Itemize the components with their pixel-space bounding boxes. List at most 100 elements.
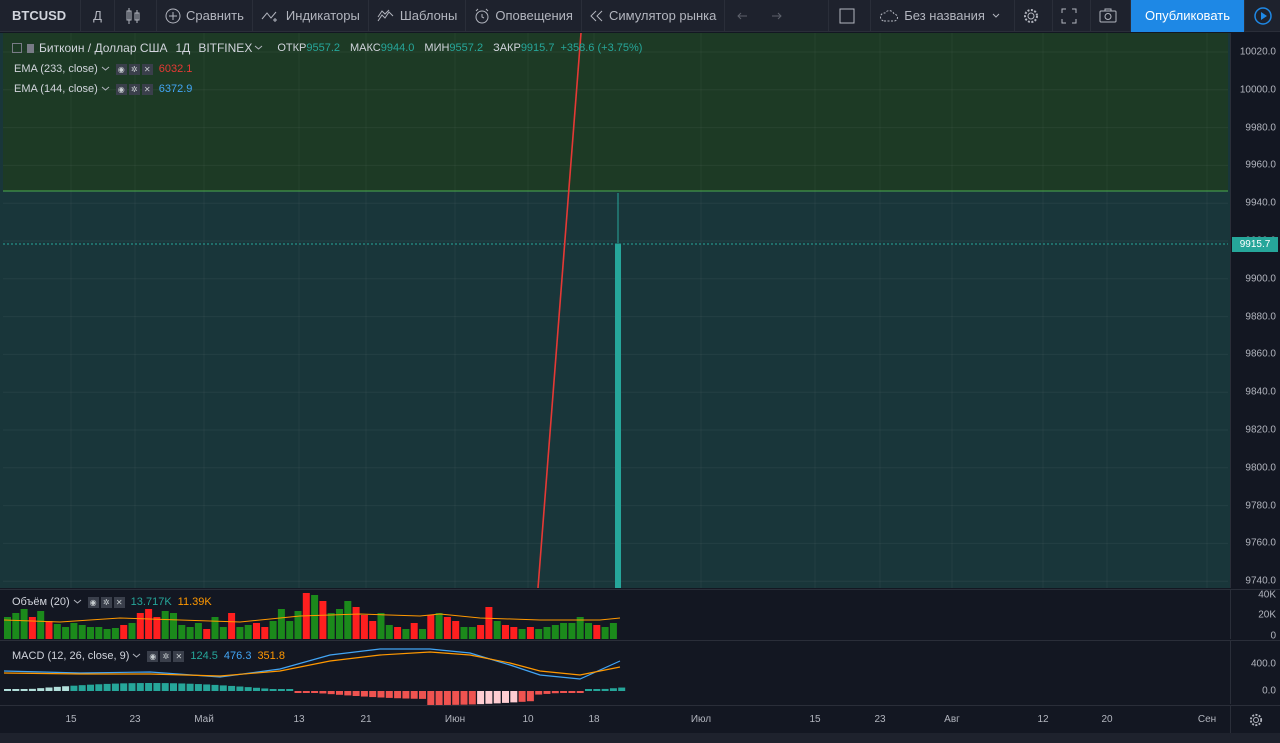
indicators-button[interactable]: Индикаторы (253, 0, 369, 32)
macd-tick: 400.0 (1250, 658, 1276, 670)
redo-button[interactable] (762, 0, 793, 32)
macd-histogram-bar (601, 688, 609, 691)
visibility-icon[interactable]: ◉ (147, 650, 159, 662)
fullscreen-select-button[interactable] (828, 0, 872, 32)
price-tick: 9800.0 (1245, 462, 1276, 474)
macd-histogram-bar (95, 684, 103, 691)
macd-signal-value: 351.8 (257, 650, 285, 662)
low-value: 9557.2 (449, 42, 484, 54)
volume-bar (585, 623, 592, 639)
close-icon[interactable]: ✕ (113, 596, 125, 608)
chevron-down-icon[interactable] (101, 65, 110, 73)
interval-button[interactable]: Д (81, 0, 115, 32)
volume-bar (120, 625, 128, 639)
macd-histogram-bar (128, 683, 136, 691)
collapse-legend-icon[interactable] (12, 43, 22, 53)
price-chart[interactable] (0, 33, 1230, 588)
visibility-icon[interactable]: ◉ (87, 596, 99, 608)
visibility-icon[interactable]: ◉ (115, 63, 127, 75)
price-axis[interactable]: 10020.010000.09980.09960.09940.09920.099… (1230, 33, 1280, 588)
rewind-icon (590, 10, 603, 21)
axis-settings-button[interactable] (1230, 705, 1280, 733)
expand-icon (1061, 8, 1077, 23)
settings-icon[interactable]: ✲ (100, 596, 112, 608)
volume-legend[interactable]: Объём (20) ◉ ✲ ✕ 13.717K 11.39K (12, 596, 212, 608)
volume-bar (410, 623, 418, 639)
replay-label: Симулятор рынка (608, 8, 717, 23)
price-tick: 9880.0 (1245, 311, 1276, 323)
close-icon[interactable]: ✕ (173, 650, 185, 662)
volume-bar (211, 617, 219, 639)
symbol-search-button[interactable]: BTCUSD (0, 0, 82, 32)
snapshot-button[interactable] (1091, 0, 1131, 32)
chevron-down-icon[interactable] (101, 85, 110, 93)
macd-legend[interactable]: MACD (12, 26, close, 9) ◉ ✲ ✕ 124.5 476.3 … (12, 650, 285, 662)
time-tick: 10 (522, 714, 534, 725)
bottom-bar (0, 733, 1280, 743)
macd-histogram-bar (352, 691, 360, 697)
gear-icon (1023, 8, 1038, 23)
fullscreen-button[interactable] (1053, 0, 1091, 32)
macd-histogram-bar (618, 687, 626, 691)
square-icon (839, 8, 855, 23)
chevron-down-icon[interactable] (132, 652, 141, 660)
volume-bar (128, 623, 136, 639)
volume-bar (601, 627, 609, 639)
macd-histogram-bar (28, 688, 36, 691)
price-tick: 9940.0 (1245, 197, 1276, 209)
settings-icon[interactable]: ✲ (128, 63, 140, 75)
settings-icon[interactable]: ✲ (128, 83, 140, 95)
undo-button[interactable] (725, 0, 762, 32)
macd-pane[interactable]: MACD (12, 26, close, 9) ◉ ✲ ✕ 124.5 476.3 … (0, 640, 1230, 705)
macd-histogram-bar (410, 691, 418, 699)
ema-144-legend[interactable]: EMA (144, close) ◉ ✲ ✕ 6372.9 (14, 83, 192, 95)
volume-bar (12, 613, 20, 639)
compare-button[interactable]: Сравнить (157, 0, 253, 32)
price-pane[interactable]: Биткоин / Доллар США 1Д BITFINEX ОТКР 955… (0, 33, 1230, 588)
volume-pane[interactable]: Объём (20) ◉ ✲ ✕ 13.717K 11.39K (0, 589, 1230, 639)
chart-style-button[interactable] (115, 0, 157, 32)
chevron-down-icon[interactable] (73, 598, 82, 606)
visibility-icon[interactable]: ◉ (115, 83, 127, 95)
macd-histogram-bar (336, 691, 343, 695)
templates-button[interactable]: Шаблоны (369, 0, 467, 32)
volume-bar (78, 625, 86, 639)
macd-histogram-bar (302, 691, 310, 693)
top-toolbar: BTCUSD Д Сравнить Индикаторы Шаблоны Опо… (0, 0, 1280, 32)
chevron-down-icon[interactable] (254, 44, 263, 52)
ema-144-label: EMA (144, close) (14, 83, 98, 95)
ema-233-value: 6032.1 (158, 63, 193, 75)
alerts-button[interactable]: Оповещения (466, 0, 582, 32)
time-tick: Май (194, 714, 214, 725)
volume-bar (477, 625, 485, 639)
layout-name-button[interactable]: Без названия (871, 0, 1015, 32)
settings-icon[interactable]: ✲ (160, 650, 172, 662)
ema-233-legend[interactable]: EMA (233, close) ◉ ✲ ✕ 6032.1 (14, 63, 192, 75)
settings-button[interactable] (1015, 0, 1053, 32)
close-icon[interactable]: ✕ (141, 83, 153, 95)
price-tick: 9820.0 (1245, 424, 1276, 436)
volume-bar (170, 613, 177, 639)
candle-body[interactable] (615, 244, 621, 588)
price-tick: 9860.0 (1245, 348, 1276, 360)
play-button[interactable] (1244, 0, 1280, 32)
volume-bar (443, 617, 451, 639)
publish-button[interactable]: Опубликовать (1130, 0, 1244, 32)
macd-histogram-bar (518, 691, 526, 702)
time-tick: 20 (1101, 714, 1113, 725)
volume-bar (286, 621, 294, 639)
replay-button[interactable]: Симулятор рынка (582, 0, 726, 32)
close-label: ЗАКР (493, 42, 521, 54)
macd-histogram-bar (153, 683, 161, 691)
time-axis[interactable]: 15 23 Май 13 21 Июн 10 18 Июл 15 23 Авг 12 20 Сен (0, 705, 1230, 733)
volume-bar (518, 629, 526, 639)
macd-label: MACD (12, 26, close, 9) (12, 650, 130, 662)
undo-icon (737, 12, 748, 19)
macd-histogram-bar (203, 684, 211, 691)
symbol-legend[interactable]: Биткоин / Доллар США 1Д BITFINEX ОТКР 955… (12, 41, 642, 55)
close-icon[interactable]: ✕ (141, 63, 153, 75)
macd-histogram-bar (502, 691, 509, 703)
time-tick: 15 (65, 714, 77, 725)
trend-line[interactable] (537, 33, 582, 588)
volume-ma-value: 11.39K (177, 596, 212, 608)
